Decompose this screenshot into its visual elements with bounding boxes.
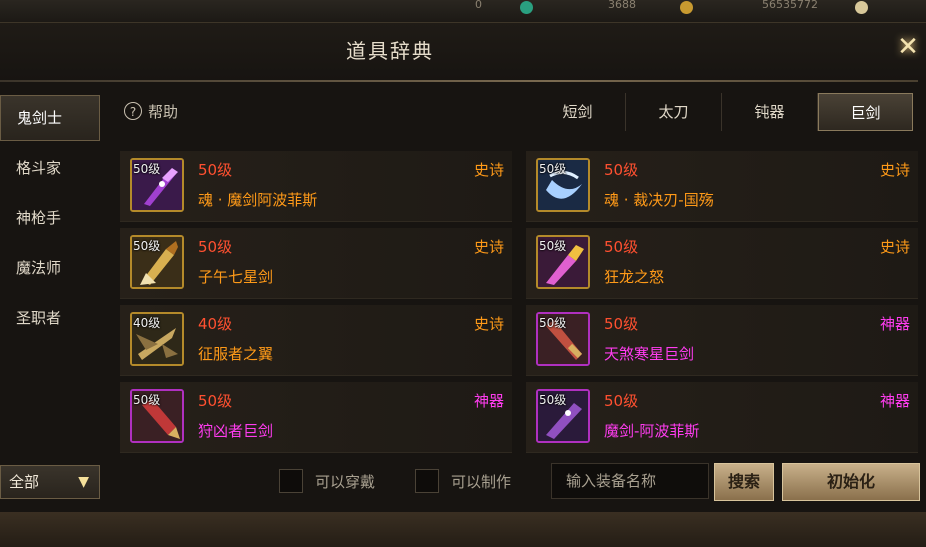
- title-bar: 道具辞典 ✕: [0, 23, 926, 82]
- filter-value: 全部: [9, 473, 40, 491]
- help-link[interactable]: ? 帮助: [124, 99, 178, 123]
- item-grade: 史诗: [473, 238, 504, 256]
- currency-icon: [520, 1, 533, 14]
- item-thumbnail: 50级: [130, 389, 184, 443]
- tab-greatsword[interactable]: 巨剑: [818, 93, 913, 131]
- item-grade: 史诗: [473, 315, 504, 333]
- item-card[interactable]: 50级 50级 魂 · 魔剑阿波菲斯 史诗: [120, 151, 512, 222]
- item-thumbnail: 50级: [536, 158, 590, 212]
- item-card[interactable]: 50级 50级 魔剑-阿波菲斯 神器: [526, 382, 918, 453]
- item-card[interactable]: 50级 50级 狩凶者巨剑 神器: [120, 382, 512, 453]
- item-thumbnail: 50级: [536, 235, 590, 289]
- tab-short-sword[interactable]: 短剑: [530, 93, 626, 131]
- item-thumbnail: 50级: [536, 312, 590, 366]
- wearable-checkbox[interactable]: 可以穿戴: [279, 469, 375, 493]
- item-level: 50级: [198, 392, 233, 410]
- item-thumbnail: 50级: [536, 389, 590, 443]
- title-divider: [0, 80, 918, 82]
- tab-katana[interactable]: 太刀: [626, 93, 722, 131]
- item-level: 50级: [198, 161, 233, 179]
- item-thumb-level: 50级: [133, 162, 161, 176]
- item-name: 征服者之翼: [198, 345, 274, 363]
- sidebar-item-mage[interactable]: 魔法师: [0, 245, 102, 291]
- sidebar-item-gunner[interactable]: 神枪手: [0, 195, 102, 241]
- tab-blunt[interactable]: 钝器: [722, 93, 818, 131]
- item-card[interactable]: 40级 40级 征服者之翼 史诗: [120, 305, 512, 376]
- search-input[interactable]: [551, 463, 709, 499]
- item-thumb-level: 50级: [539, 393, 567, 407]
- item-thumb-level: 40级: [133, 316, 161, 330]
- hud-value-1: 0: [475, 0, 482, 11]
- class-sidebar: 鬼剑士 格斗家 神枪手 魔法师 圣职者: [0, 95, 102, 345]
- item-name: 魔剑-阿波菲斯: [604, 422, 700, 440]
- bottom-controls: 全部 ▼ 可以穿戴 可以制作 搜索 初始化: [0, 461, 926, 507]
- item-level: 50级: [198, 238, 233, 256]
- craftable-checkbox[interactable]: 可以制作: [415, 469, 511, 493]
- item-grade: 史诗: [879, 161, 910, 179]
- item-level: 50级: [604, 161, 639, 179]
- item-thumb-level: 50级: [133, 393, 161, 407]
- weapon-type-tabs: 短剑 太刀 钝器 巨剑: [530, 93, 913, 131]
- item-card[interactable]: 50级 50级 天煞寒星巨剑 神器: [526, 305, 918, 376]
- item-thumb-level: 50级: [539, 162, 567, 176]
- help-label: 帮助: [148, 102, 179, 121]
- background-hud: [0, 512, 926, 547]
- item-thumbnail: 50级: [130, 158, 184, 212]
- triangle-down-icon: ▼: [78, 474, 89, 490]
- window-title: 道具辞典: [346, 39, 434, 63]
- item-level: 50级: [604, 238, 639, 256]
- item-card[interactable]: 50级 50级 魂 · 裁决刃-国殇 史诗: [526, 151, 918, 222]
- item-thumb-level: 50级: [539, 316, 567, 330]
- hud-value-2: 3688: [608, 0, 636, 11]
- filter-dropdown[interactable]: 全部 ▼: [0, 465, 100, 499]
- item-name: 魂 · 裁决刃-国殇: [604, 191, 714, 209]
- gold-coin-icon: [680, 1, 693, 14]
- close-icon[interactable]: ✕: [894, 33, 922, 61]
- top-hud-bar: 0 3688 56535772: [0, 0, 926, 22]
- bag-icon: [855, 1, 868, 14]
- craftable-label: 可以制作: [451, 472, 512, 491]
- hud-value-3: 56535772: [762, 0, 818, 11]
- item-grade: 史诗: [879, 238, 910, 256]
- sidebar-item-fighter[interactable]: 格斗家: [0, 145, 102, 191]
- item-level: 50级: [604, 315, 639, 333]
- checkbox-box[interactable]: [279, 469, 303, 493]
- sidebar-item-priest[interactable]: 圣职者: [0, 295, 102, 341]
- item-name: 狩凶者巨剑: [198, 422, 274, 440]
- item-grade: 神器: [879, 392, 910, 410]
- item-name: 天煞寒星巨剑: [604, 345, 695, 363]
- item-thumbnail: 40级: [130, 312, 184, 366]
- checkbox-box[interactable]: [415, 469, 439, 493]
- item-card[interactable]: 50级 50级 狂龙之怒 史诗: [526, 228, 918, 299]
- item-card[interactable]: 50级 50级 子午七星剑 史诗: [120, 228, 512, 299]
- reset-button[interactable]: 初始化: [782, 463, 920, 501]
- item-name: 魂 · 魔剑阿波菲斯: [198, 191, 318, 209]
- item-level: 50级: [604, 392, 639, 410]
- item-name: 子午七星剑: [198, 268, 274, 286]
- item-thumb-level: 50级: [133, 239, 161, 253]
- search-button[interactable]: 搜索: [714, 463, 774, 501]
- item-level: 40级: [198, 315, 233, 333]
- item-grade: 神器: [473, 392, 504, 410]
- item-grade: 神器: [879, 315, 910, 333]
- sidebar-item-slayer[interactable]: 鬼剑士: [0, 95, 100, 141]
- item-grade: 史诗: [473, 161, 504, 179]
- wearable-label: 可以穿戴: [315, 472, 376, 491]
- question-icon: ?: [124, 102, 142, 120]
- item-thumb-level: 50级: [539, 239, 567, 253]
- item-name: 狂龙之怒: [604, 268, 665, 286]
- item-dictionary-window: 道具辞典 ✕ 鬼剑士 格斗家 神枪手 魔法师 圣职者 ? 帮助 短剑 太刀 钝器…: [0, 22, 926, 513]
- item-thumbnail: 50级: [130, 235, 184, 289]
